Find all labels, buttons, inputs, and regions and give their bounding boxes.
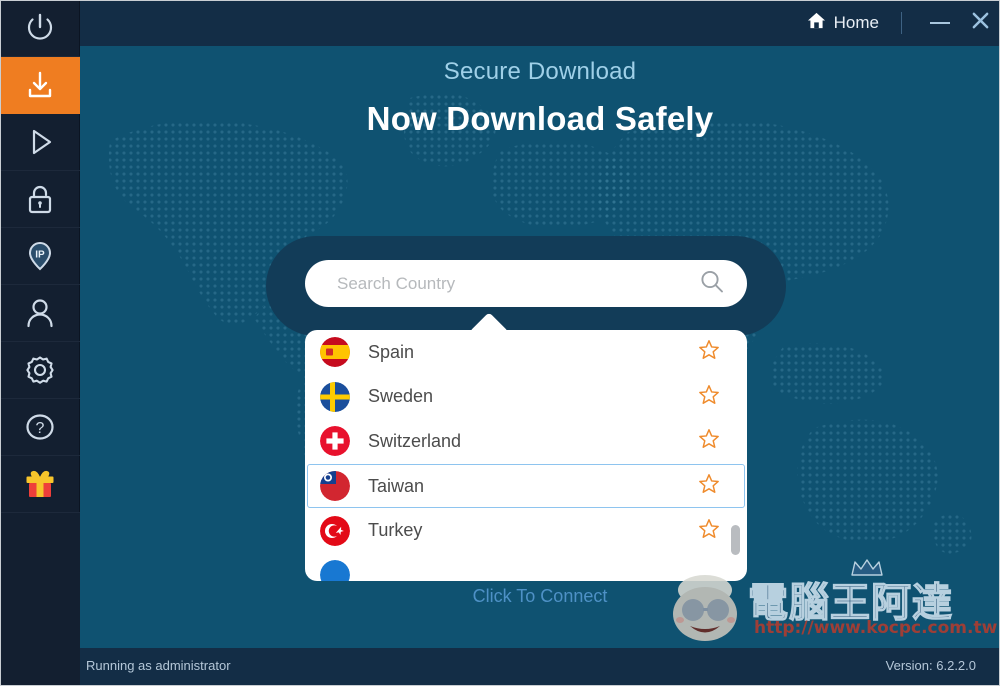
status-version: Version: 6.2.2.0: [885, 658, 976, 673]
status-running-as: Running as administrator: [86, 658, 231, 673]
play-icon: [22, 124, 58, 160]
minimize-button[interactable]: [920, 8, 960, 38]
flag-es-icon: [320, 337, 350, 368]
search-country-field[interactable]: Search Country: [305, 260, 747, 307]
user-icon: [22, 295, 58, 331]
svg-text:?: ?: [36, 420, 45, 437]
sidebar-empty-space: [0, 513, 80, 686]
sidebar-item-account[interactable]: [0, 285, 80, 342]
sidebar-item-lock[interactable]: [0, 171, 80, 228]
flag-tr-icon: [320, 515, 350, 546]
gear-icon: [22, 352, 58, 388]
favorite-star-icon[interactable]: [698, 428, 720, 455]
power-icon: [22, 10, 58, 46]
home-icon: [807, 11, 826, 35]
vpn-app-window: IP ? Home Secure Download Now Download S…: [0, 0, 1000, 686]
main-content: Secure Download Now Download Safely Clic…: [80, 46, 1000, 648]
close-button[interactable]: [960, 8, 1000, 38]
lock-icon: [22, 181, 58, 217]
favorite-star-icon[interactable]: [698, 473, 720, 500]
titlebar: Home: [80, 0, 1000, 46]
country-row-taiwan[interactable]: Taiwan: [307, 463, 745, 509]
sidebar-item-settings[interactable]: [0, 342, 80, 399]
dropdown-scrollbar-thumb[interactable]: [731, 525, 740, 555]
search-icon[interactable]: [699, 268, 725, 299]
download-icon: [22, 67, 58, 103]
sidebar-item-download[interactable]: [0, 57, 80, 114]
question-icon: ?: [22, 409, 58, 445]
headings: Secure Download Now Download Safely: [80, 46, 1000, 138]
flag-tw-icon: [320, 471, 350, 502]
sidebar-item-help[interactable]: ?: [0, 399, 80, 456]
page-title: Now Download Safely: [366, 100, 714, 137]
country-name: Taiwan: [368, 475, 425, 496]
country-name: Turkey: [368, 520, 423, 541]
titlebar-divider: [901, 12, 902, 34]
home-label: Home: [833, 13, 879, 32]
flag-se-icon: [320, 381, 350, 412]
flag-ch-icon: [320, 426, 350, 457]
statusbar: Running as administrator Version: 6.2.2.…: [80, 648, 1000, 686]
country-row-spain[interactable]: Spain: [307, 330, 745, 375]
flag-partial-icon: [320, 560, 350, 581]
ip-pin-icon: IP: [22, 238, 58, 274]
country-row-switzerland[interactable]: Switzerland: [307, 419, 745, 464]
country-row-turkey[interactable]: Turkey: [307, 508, 745, 553]
favorite-star-icon[interactable]: [698, 339, 720, 366]
sidebar-item-power[interactable]: [0, 0, 80, 57]
sidebar-item-ip[interactable]: IP: [0, 228, 80, 285]
site-watermark: 電腦王阿達 http://www.kocpc.com.tw: [662, 559, 997, 646]
country-row-sweden[interactable]: Sweden: [307, 375, 745, 420]
country-name: Spain: [368, 341, 415, 362]
country-name: Sweden: [368, 386, 434, 407]
watermark-mascot-icon: [673, 575, 737, 641]
sidebar: IP ?: [0, 0, 80, 686]
sidebar-item-play[interactable]: [0, 114, 80, 171]
country-dropdown-list[interactable]: Spain Sweden Switzerland Taiwan Turkey: [305, 330, 747, 581]
favorite-star-icon[interactable]: [698, 383, 720, 410]
country-name: Switzerland: [368, 430, 462, 451]
sidebar-item-gift[interactable]: [0, 456, 80, 513]
favorite-star-icon[interactable]: [698, 517, 720, 544]
search-input-placeholder[interactable]: Search Country: [337, 274, 455, 294]
gift-icon: [21, 466, 59, 502]
minimize-icon: [930, 22, 950, 24]
home-button[interactable]: Home: [807, 11, 879, 35]
watermark-url: http://www.kocpc.com.tw: [754, 618, 998, 638]
page-subtitle: Secure Download: [443, 58, 637, 85]
close-icon: [971, 11, 990, 35]
svg-text:IP: IP: [35, 250, 45, 261]
